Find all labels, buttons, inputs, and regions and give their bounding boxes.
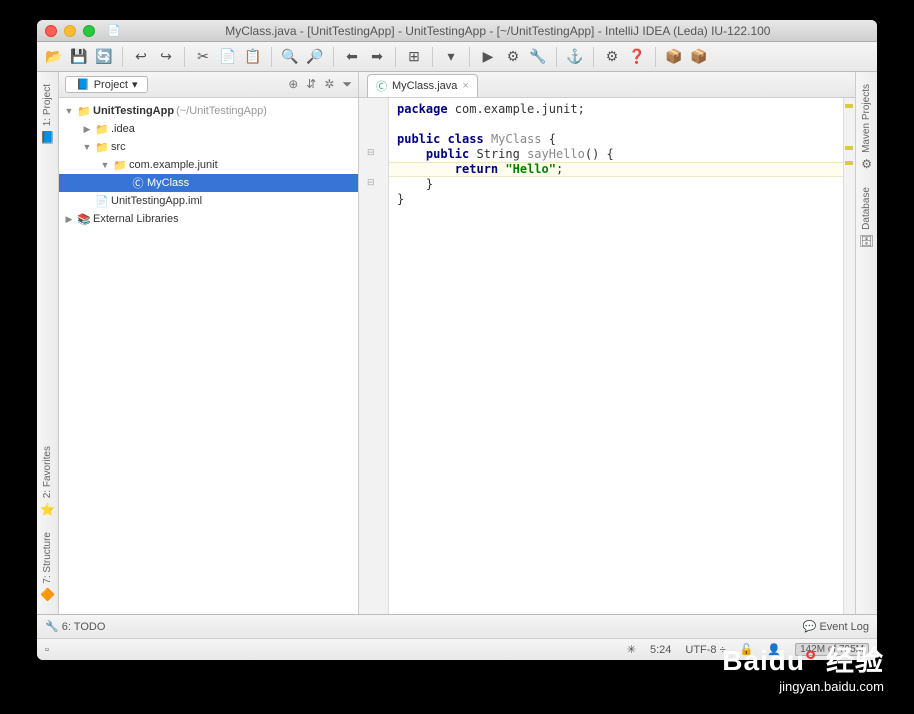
warning-marker[interactable] — [845, 146, 853, 150]
toolbar-button-7[interactable]: 📋 — [242, 46, 264, 68]
project-panel-header: 📘 Project ▾ ⊕ ⇵ ✲ ⏷ — [59, 72, 358, 98]
editor-area: Ⓒ MyClass.java × ⊟⊟ package com.example.… — [359, 72, 855, 614]
tree-node[interactable]: ▼📁com.example.junit — [59, 156, 358, 174]
toolbar-button-2[interactable]: 🔄 — [93, 46, 115, 68]
document-icon: 📄 — [107, 24, 121, 37]
rail-database[interactable]: 🗄Database — [859, 183, 874, 252]
rail-7-structure[interactable]: 🔶7: Structure — [40, 528, 55, 606]
panel-header-icon[interactable]: ⏷ — [342, 77, 352, 92]
toolbar-button-20[interactable]: 📦 — [663, 46, 685, 68]
project-tree[interactable]: ▼📁UnitTestingApp (~/UnitTestingApp)▶📁.id… — [59, 98, 358, 614]
rail-maven-projects[interactable]: ⚙Maven Projects — [861, 80, 872, 175]
editor-tabbar: Ⓒ MyClass.java × — [359, 72, 855, 98]
tree-node[interactable]: ⒸMyClass — [59, 174, 358, 192]
toolbar-button-13[interactable]: ▾ — [440, 46, 462, 68]
titlebar[interactable]: 📄 MyClass.java - [UnitTestingApp] - Unit… — [37, 20, 877, 42]
toolbar-button-12[interactable]: ⊞ — [403, 46, 425, 68]
toolbar-button-6[interactable]: 📄 — [217, 46, 239, 68]
main-toolbar: 📂💾🔄↩↪✂📄📋🔍🔎⬅➡⊞▾▶⚙🔧⚓⚙❓📦📦 — [37, 42, 877, 72]
encoding-selector[interactable]: UTF-8 ÷ — [685, 644, 725, 656]
toolbar-button-15[interactable]: ⚙ — [502, 46, 524, 68]
ide-window: 📄 MyClass.java - [UnitTestingApp] - Unit… — [37, 20, 877, 660]
panel-header-icon[interactable]: ⊕ — [288, 77, 298, 92]
editor-body: ⊟⊟ package com.example.junit; public cla… — [359, 98, 855, 614]
tree-node[interactable]: ▼📁UnitTestingApp (~/UnitTestingApp) — [59, 102, 358, 120]
error-stripe[interactable] — [843, 98, 855, 614]
baidu-watermark: Baidu° 经验 jingyan.baidu.com — [722, 639, 884, 694]
toolbar-button-0[interactable]: 📂 — [43, 46, 65, 68]
caret-position[interactable]: 5:24 — [650, 644, 671, 656]
project-icon: 📘 — [76, 78, 90, 91]
editor-tab[interactable]: Ⓒ MyClass.java × — [367, 74, 478, 97]
tree-node[interactable]: ▶📁.idea — [59, 120, 358, 138]
right-tool-rail: ⚙Maven Projects 🗄Database — [855, 72, 877, 614]
left-tool-rail: 📘1: Project ⭐2: Favorites 🔶7: Structure — [37, 72, 59, 614]
tree-node[interactable]: ▶📚External Libraries — [59, 210, 358, 228]
ide-body: 📘1: Project ⭐2: Favorites 🔶7: Structure 📘… — [37, 72, 877, 614]
project-panel: 📘 Project ▾ ⊕ ⇵ ✲ ⏷ ▼📁UnitTestingApp (~/Uni… — [59, 72, 359, 614]
toolbar-button-18[interactable]: ⚙ — [601, 46, 623, 68]
close-tab-icon[interactable]: × — [462, 80, 468, 92]
chevron-down-icon: ▾ — [132, 78, 138, 91]
toolbar-button-14[interactable]: ▶ — [477, 46, 499, 68]
toolbar-button-11[interactable]: ➡ — [366, 46, 388, 68]
fold-marker[interactable]: ⊟ — [367, 177, 375, 188]
editor-gutter[interactable]: ⊟⊟ — [359, 98, 389, 614]
window-controls — [45, 25, 95, 37]
warning-marker[interactable] — [845, 161, 853, 165]
toolbar-button-16[interactable]: 🔧 — [527, 46, 549, 68]
code-editor[interactable]: package com.example.junit; public class … — [389, 98, 843, 211]
rail-2-favorites[interactable]: ⭐2: Favorites — [40, 442, 55, 520]
todo-button[interactable]: 🔧 6: TODO — [45, 620, 105, 633]
project-view-label: Project — [94, 79, 128, 91]
status-corner-icon[interactable]: ▫ — [45, 644, 49, 656]
panel-header-icon[interactable]: ⇵ — [306, 77, 316, 92]
toolbar-button-21[interactable]: 📦 — [688, 46, 710, 68]
minimize-window-button[interactable] — [64, 25, 76, 37]
tree-node[interactable]: 📄UnitTestingApp.iml — [59, 192, 358, 210]
class-icon: Ⓒ — [376, 78, 387, 94]
editor-tab-label: MyClass.java — [392, 80, 457, 92]
zoom-window-button[interactable] — [83, 25, 95, 37]
event-log-button[interactable]: 💬 Event Log — [803, 620, 869, 633]
progress-icon: ✳ — [627, 643, 636, 656]
warning-marker[interactable] — [845, 104, 853, 108]
toolbar-button-9[interactable]: 🔎 — [304, 46, 326, 68]
toolbar-button-8[interactable]: 🔍 — [279, 46, 301, 68]
toolbar-button-17[interactable]: ⚓ — [564, 46, 586, 68]
toolbar-button-1[interactable]: 💾 — [68, 46, 90, 68]
project-view-combo[interactable]: 📘 Project ▾ — [65, 76, 148, 93]
toolbar-button-5[interactable]: ✂ — [192, 46, 214, 68]
close-window-button[interactable] — [45, 25, 57, 37]
toolbar-button-10[interactable]: ⬅ — [341, 46, 363, 68]
window-title: MyClass.java - [UnitTestingApp] - UnitTe… — [127, 24, 869, 38]
panel-header-icon[interactable]: ✲ — [324, 77, 334, 92]
rail-1-project[interactable]: 📘1: Project — [40, 80, 55, 148]
tree-node[interactable]: ▼📁src — [59, 138, 358, 156]
fold-marker[interactable]: ⊟ — [367, 147, 375, 158]
toolbar-button-19[interactable]: ❓ — [626, 46, 648, 68]
toolbar-button-3[interactable]: ↩ — [130, 46, 152, 68]
bottom-toolbar: 🔧 6: TODO 💬 Event Log — [37, 614, 877, 638]
toolbar-button-4[interactable]: ↪ — [155, 46, 177, 68]
